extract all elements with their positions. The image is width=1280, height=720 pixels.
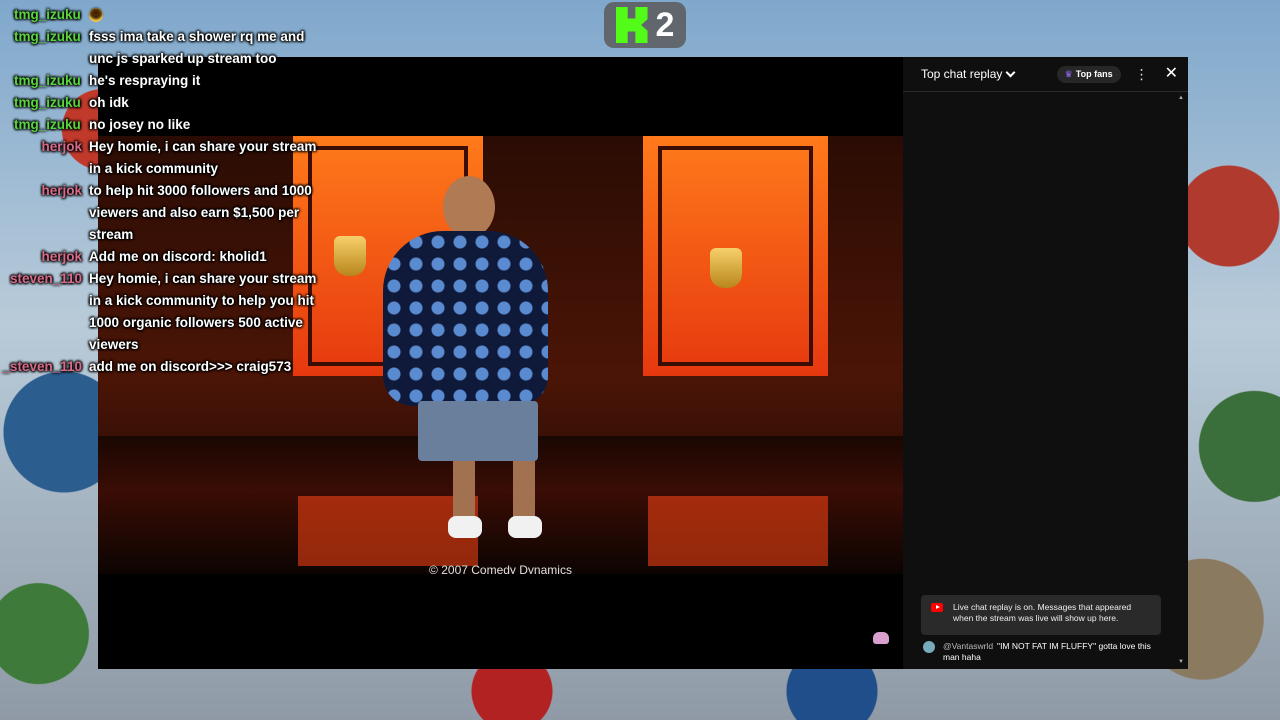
emote-icon [873,632,889,644]
chat-text: Hey homie, i can share your stream in a … [89,271,317,352]
scroll-up-arrow-icon[interactable]: ▲ [1178,95,1184,101]
performer-leg [453,461,475,521]
chat-message: herjok Hey homie, i can share your strea… [0,136,340,180]
chat-username[interactable]: tmg_izuku [0,4,89,26]
top-fans-button[interactable]: ♛ Top fans [1056,65,1121,83]
chat-message: @Vantaswrld "IM NOT FAT IM FLUFFY" gotta … [923,641,1163,663]
floor-reflection-right [648,496,828,566]
overlay-chat: tmg_izuku 😂 tmg_izuku fsss ima take a sh… [0,4,340,378]
chat-username[interactable]: tmg_izuku [0,92,89,114]
chat-text: Add me on discord: kholid1 [89,249,267,264]
chat-username[interactable]: herjok [0,246,89,268]
chat-username[interactable]: tmg_izuku [0,114,89,136]
performer-shorts [418,401,538,461]
chat-mode-dropdown[interactable]: Top chat replay [921,67,1016,81]
chat-username[interactable]: tmg_izuku [0,26,89,70]
viewer-count: 2 [655,5,675,44]
performer-shirt [383,231,548,406]
chat-message: tmg_izuku oh idk [0,92,340,114]
chat-username[interactable]: _steven_110 [0,356,89,378]
replay-notice-text: Live chat replay is on. Messages that ap… [953,602,1132,623]
chat-message: herjok to help hit 3000 followers and 10… [0,180,340,246]
replay-notice: Live chat replay is on. Messages that ap… [921,595,1161,635]
avatar[interactable] [923,641,935,653]
chat-text: no josey no like [89,117,191,132]
chat-text: Hey homie, i can share your stream in a … [89,139,317,176]
chevron-down-icon [1005,67,1016,77]
top-fans-label: Top fans [1075,69,1113,79]
stage-lamp-right [710,248,742,288]
scroll-down-arrow-icon[interactable]: ▼ [1178,659,1184,665]
video-copyright: © 2007 Comedy Dynamics [429,563,572,574]
kick-logo-icon [615,7,648,43]
live-chat-panel: Top chat replay ♛ Top fans ⋮ ✕ ▲ Live ch… [903,57,1188,669]
kick-viewer-badge: 2 [604,2,686,48]
chat-text: to help hit 3000 followers and 1000 view… [89,183,312,242]
chat-message: _steven_110 add me on discord>>> craig57… [0,356,340,378]
chat-message: steven_110 Hey homie, i can share your s… [0,268,340,356]
chat-author[interactable]: @Vantaswrld [943,641,993,651]
chat-message-body: @Vantaswrld "IM NOT FAT IM FLUFFY" gotta … [943,641,1163,663]
performer-shoe [448,516,482,538]
chat-username[interactable]: steven_110 [0,268,89,356]
chat-message: herjok Add me on discord: kholid1 [0,246,340,268]
youtube-icon [931,603,943,612]
close-icon[interactable]: ✕ [1165,66,1178,82]
chat-text: add me on discord>>> craig573 [89,359,292,374]
chat-text: 😂 [89,4,324,26]
chat-username[interactable]: herjok [0,180,89,246]
chat-message: tmg_izuku fsss ima take a shower rq me a… [0,26,340,70]
chat-message: tmg_izuku 😂 [0,4,340,26]
chat-text: fsss ima take a shower rq me and unc js … [89,29,305,66]
chat-mode-label: Top chat replay [921,67,1003,81]
chat-username[interactable]: tmg_izuku [0,70,89,92]
laughing-emoji-icon: 😂 [89,8,103,23]
crown-icon: ♛ [1064,68,1073,79]
chat-username[interactable]: herjok [0,136,89,180]
chat-message: tmg_izuku no josey no like [0,114,340,136]
more-options-icon[interactable]: ⋮ [1135,67,1149,81]
chat-text: oh idk [89,95,129,110]
performer-shoe [508,516,542,538]
chat-message: tmg_izuku he's respraying it [0,70,340,92]
performer-leg [513,461,535,521]
performer-head [443,176,495,238]
chat-header: Top chat replay ♛ Top fans ⋮ ✕ [903,57,1188,92]
chat-text: he's respraying it [89,73,201,88]
